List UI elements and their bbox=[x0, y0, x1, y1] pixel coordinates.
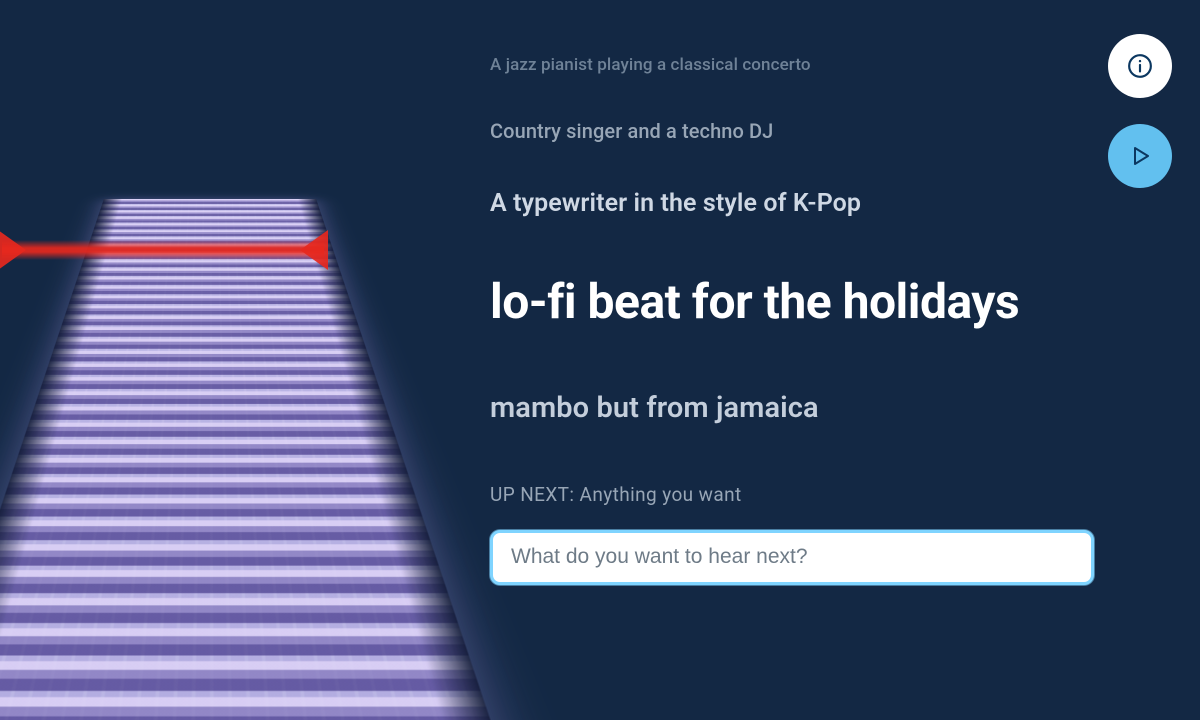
playhead-bar bbox=[2, 240, 324, 260]
queue-item-current[interactable]: lo-fi beat for the holidays bbox=[490, 276, 1160, 329]
waveform-runway bbox=[0, 199, 465, 644]
prompt-input-wrap bbox=[490, 530, 1094, 585]
prompt-queue: A jazz pianist playing a classical conce… bbox=[490, 55, 1160, 622]
playhead-left-marker bbox=[0, 230, 26, 270]
prompt-input[interactable] bbox=[490, 530, 1094, 585]
playhead-scanline bbox=[2, 230, 324, 270]
waveform-visualizer bbox=[0, 0, 460, 720]
queue-item-far[interactable]: A jazz pianist playing a classical conce… bbox=[490, 55, 1160, 75]
up-next-label: UP NEXT: Anything you want bbox=[490, 483, 1160, 506]
queue-item-prev2[interactable]: Country singer and a techno DJ bbox=[490, 119, 1160, 143]
queue-item-prev1[interactable]: A typewriter in the style of K-Pop bbox=[490, 189, 1160, 218]
queue-item-next[interactable]: mambo but from jamaica bbox=[490, 391, 1160, 425]
waveform-lane bbox=[0, 0, 516, 199]
playhead-right-marker bbox=[300, 230, 328, 270]
